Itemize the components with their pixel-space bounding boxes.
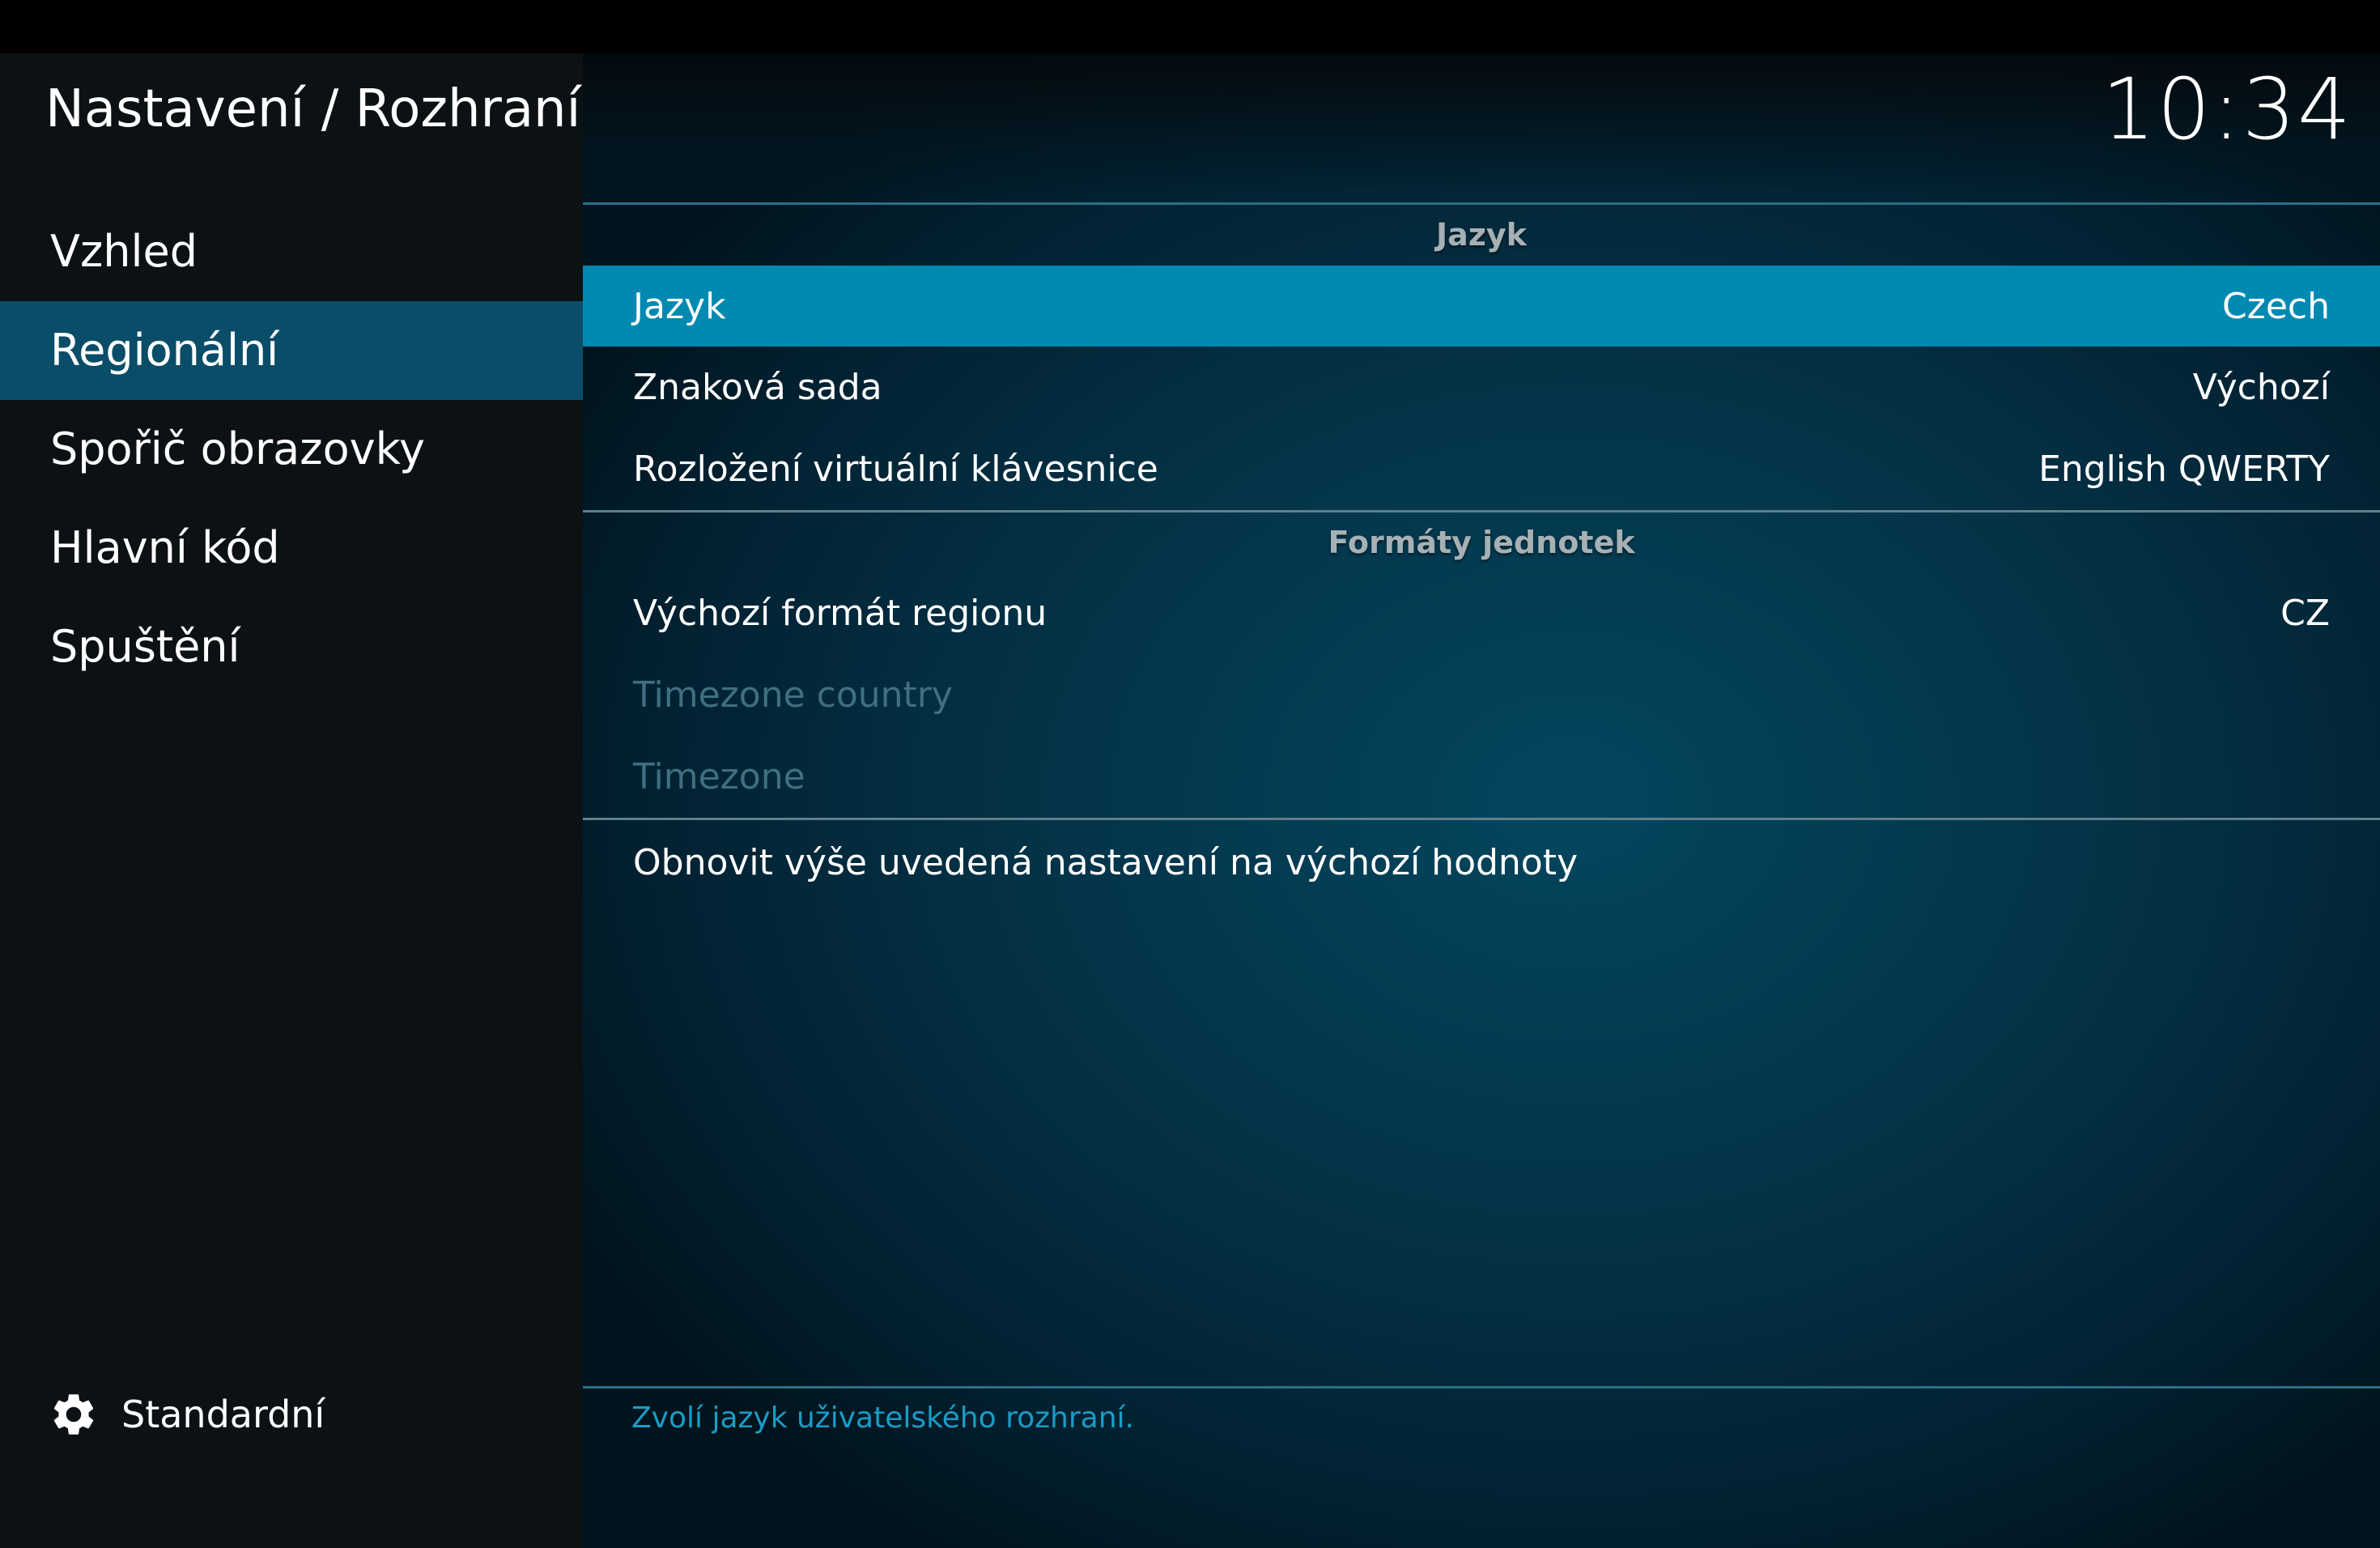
divider xyxy=(583,202,2380,205)
settings-level-label: Standardní xyxy=(121,1393,325,1436)
setting-row-jazyk[interactable]: Jazyk Czech xyxy=(583,266,2380,347)
setting-value: CZ xyxy=(2280,592,2330,634)
setting-label: Timezone country xyxy=(633,674,953,716)
setting-row-znakova-sada[interactable]: Znaková sada Výchozí xyxy=(583,347,2380,427)
section-header-jazyk: Jazyk xyxy=(1436,217,1527,253)
setting-value: Výchozí xyxy=(2192,366,2330,408)
top-bar xyxy=(0,0,2380,53)
sidebar-item-vzhled[interactable]: Vzhled xyxy=(0,202,583,301)
divider xyxy=(583,818,2380,820)
sidebar-item-hlavni-kod[interactable]: Hlavní kód xyxy=(0,499,583,598)
help-text: Zvolí jazyk uživatelského rozhraní. xyxy=(631,1401,1134,1435)
setting-label: Znaková sada xyxy=(633,366,882,408)
divider xyxy=(583,1386,2380,1389)
setting-value: Czech xyxy=(2222,285,2330,327)
page-title: Nastavení / Rozhraní xyxy=(45,79,581,139)
setting-row-vychozi-format-regionu[interactable]: Výchozí formát regionu CZ xyxy=(583,572,2380,653)
setting-value: English QWERTY xyxy=(2038,448,2330,490)
setting-label: Jazyk xyxy=(633,285,726,327)
setting-label: Timezone xyxy=(633,755,805,797)
sidebar-item-spusteni[interactable]: Spuštění xyxy=(0,598,583,696)
setting-row-timezone: Timezone xyxy=(583,736,2380,817)
setting-row-timezone-country: Timezone country xyxy=(583,654,2380,735)
sidebar-nav: Vzhled Regionální Spořič obrazovky Hlavn… xyxy=(0,202,583,696)
clock: 10:34 xyxy=(2102,60,2352,159)
divider xyxy=(583,510,2380,512)
reset-defaults-button[interactable]: Obnovit výše uvedená nastavení na výchoz… xyxy=(583,822,2380,903)
gear-icon xyxy=(53,1394,94,1435)
section-header-formaty-jednotek: Formáty jednotek xyxy=(1328,525,1635,560)
setting-row-rozlozeni-klavesnice[interactable]: Rozložení virtuální klávesnice English Q… xyxy=(583,428,2380,509)
sidebar-item-sporic-obrazovky[interactable]: Spořič obrazovky xyxy=(0,400,583,499)
sidebar-item-regionalni[interactable]: Regionální xyxy=(0,301,583,400)
setting-label: Rozložení virtuální klávesnice xyxy=(633,448,1158,490)
reset-defaults-label: Obnovit výše uvedená nastavení na výchoz… xyxy=(633,841,1579,883)
settings-level-button[interactable]: Standardní xyxy=(49,1386,325,1443)
setting-label: Výchozí formát regionu xyxy=(633,592,1048,634)
